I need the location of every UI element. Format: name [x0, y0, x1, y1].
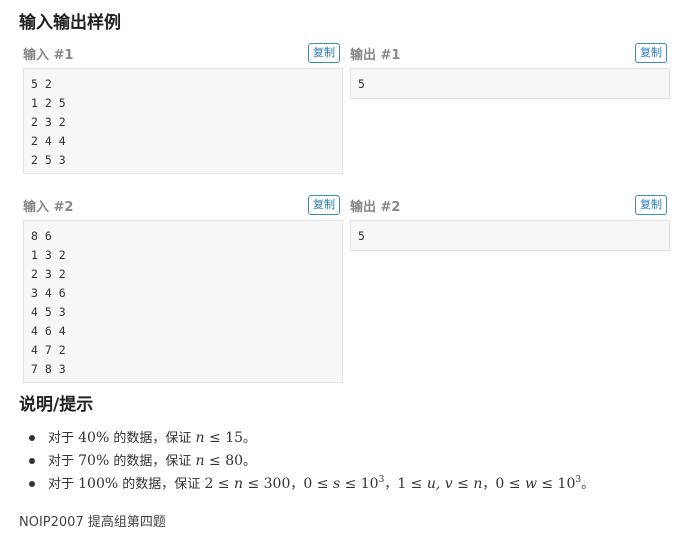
hint-math: ≤ — [452, 476, 474, 492]
code-line: 8 6 — [31, 229, 52, 243]
hint-math: ≤ 300 — [243, 476, 291, 492]
input-1-box[interactable]: 5 2 1 2 5 2 3 2 2 4 4 2 5 3 — [23, 68, 343, 174]
hint-text: 。 — [243, 431, 257, 446]
hint-text: 对于 — [48, 454, 79, 469]
code-line: 5 — [358, 229, 365, 243]
hint-math: n — [233, 476, 244, 492]
copy-input-2-button[interactable]: 复制 — [308, 195, 340, 215]
code-line: 2 3 2 — [31, 267, 66, 281]
hint-math: ≤ — [204, 430, 226, 446]
hint-item: 对于 40% 的数据，保证 n ≤ 15。 — [29, 427, 594, 450]
code-line: 4 7 2 — [31, 343, 66, 357]
hint-text: ， — [482, 477, 496, 492]
hint-math: n — [195, 453, 205, 469]
input-2-box[interactable]: 8 6 1 3 2 2 3 2 3 4 6 4 5 3 4 6 4 4 7 2 7 8 3 — [23, 220, 343, 383]
bullet-icon — [29, 481, 35, 487]
code-line: 5 2 — [31, 77, 52, 91]
output-1-box[interactable]: 5 — [350, 68, 670, 99]
hint-math: ≤ 10 — [536, 476, 576, 492]
hint-text: ， — [384, 477, 398, 492]
hint-math: 70% — [78, 453, 110, 469]
copy-output-2-button[interactable]: 复制 — [635, 195, 667, 215]
hint-math: 40% — [78, 430, 110, 446]
bullet-icon — [29, 458, 35, 464]
code-line: 4 5 3 — [31, 305, 66, 319]
copy-output-1-button[interactable]: 复制 — [635, 43, 667, 63]
hint-math: 80 — [225, 453, 244, 469]
hint-text: ， — [290, 477, 304, 492]
hint-math: 2 ≤ — [204, 476, 234, 492]
hint-text: 的数据，保证 — [109, 454, 196, 469]
code-line: 1 2 5 — [31, 96, 66, 110]
hint-math: n — [195, 430, 205, 446]
hint-text: 对于 — [48, 477, 79, 492]
input-2-label: 输入 #2 — [23, 200, 74, 215]
hint-text: 。 — [581, 477, 595, 492]
hint-math: 0 ≤ — [303, 476, 333, 492]
hint-text: 。 — [243, 454, 257, 469]
code-line: 7 8 3 — [31, 362, 66, 376]
code-line: 2 3 2 — [31, 115, 66, 129]
copy-input-1-button[interactable]: 复制 — [308, 43, 340, 63]
hint-text: 的数据，保证 — [118, 477, 205, 492]
bullet-icon — [29, 435, 35, 441]
hint-list: 对于 40% 的数据，保证 n ≤ 15。 对于 70% 的数据，保证 n ≤ … — [29, 427, 595, 496]
hint-math: 100% — [78, 476, 119, 492]
hint-math: 1 ≤ — [397, 476, 427, 492]
input-1-label: 输入 #1 — [23, 48, 74, 63]
output-2-label: 输出 #2 — [350, 200, 401, 215]
problem-source: NOIP2007 提高组第四题 — [19, 515, 166, 530]
code-line: 2 5 3 — [31, 153, 66, 167]
hint-text: 对于 — [48, 431, 79, 446]
output-2-box[interactable]: 5 — [350, 220, 670, 251]
hint-math: ≤ — [204, 453, 226, 469]
output-1-label: 输出 #1 — [350, 48, 401, 63]
code-line: 3 4 6 — [31, 286, 66, 300]
hint-item: 对于 100% 的数据，保证 2 ≤ n ≤ 300，0 ≤ s ≤ 103，1… — [29, 473, 595, 496]
code-line: 5 — [358, 77, 365, 91]
hint-math: u, v — [426, 476, 453, 492]
hint-math: ≤ 10 — [340, 476, 379, 492]
code-line: 4 6 4 — [31, 324, 66, 338]
hint-math: w — [524, 476, 537, 492]
hint-math: 15 — [225, 430, 244, 446]
hint-math: 0 ≤ — [495, 476, 525, 492]
hint-item: 对于 70% 的数据，保证 n ≤ 80。 — [29, 450, 594, 473]
hint-text: 的数据，保证 — [109, 431, 196, 446]
io-samples-heading: 输入输出样例 — [19, 13, 121, 33]
hint-heading: 说明/提示 — [19, 395, 94, 415]
code-line: 2 4 4 — [31, 134, 66, 148]
code-line: 1 3 2 — [31, 248, 66, 262]
